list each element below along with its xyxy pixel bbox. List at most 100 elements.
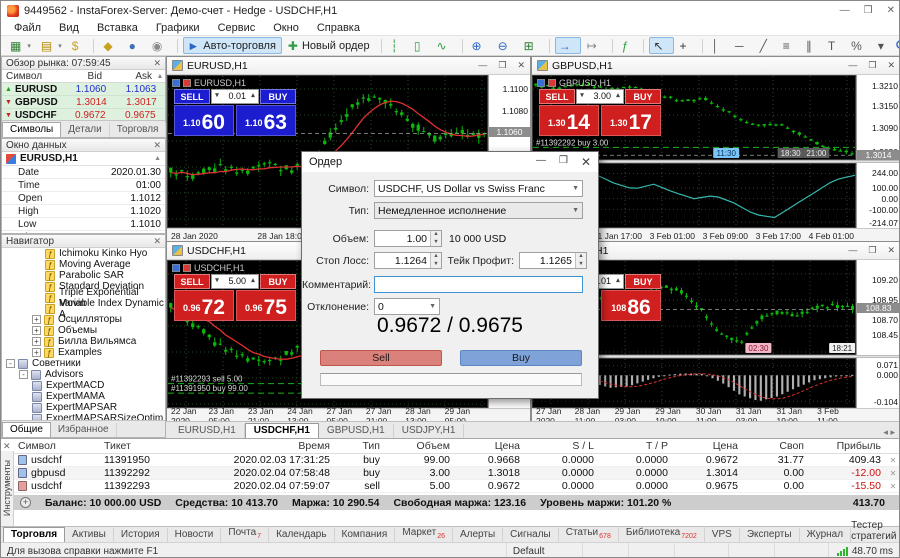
minimize-icon[interactable]: — (848, 245, 857, 256)
navigator-item[interactable]: ƒ Parabolic SAR (2, 270, 165, 281)
minimize-icon[interactable]: — (478, 60, 487, 71)
navigator-item[interactable]: ExpertMAMA (2, 391, 165, 402)
close-icon[interactable]: ✕ (153, 236, 161, 247)
toolbar-button[interactable]: ≡ (779, 37, 800, 54)
toolbar-button[interactable]: ─ (731, 37, 754, 54)
navigator-item[interactable]: ExpertMAPSARSizeOptim (2, 413, 165, 420)
navigator-tab[interactable]: Общие (2, 422, 51, 437)
expand-icon[interactable]: - (6, 359, 15, 368)
toolbar-button[interactable]: ▯ (410, 37, 431, 54)
toolbar-button[interactable]: ╱ (756, 37, 777, 54)
toolbar-button[interactable] (702, 39, 703, 53)
maximize-icon[interactable]: ❒ (559, 155, 568, 169)
spin-down-icon[interactable]: ▼ (431, 261, 441, 269)
minimize-icon[interactable]: — (840, 5, 850, 16)
toolbox-tab[interactable]: Алерты (453, 528, 503, 542)
navigator-item[interactable]: - Advisors (2, 369, 165, 380)
buy-button[interactable]: BUY (260, 274, 296, 289)
deviation-select[interactable]: 0▼ (374, 298, 440, 315)
toolbar-button[interactable]: ▾ (874, 37, 894, 54)
menu-item[interactable]: Графики (147, 22, 209, 34)
volume-spinner[interactable]: 1.00▲▼ (374, 230, 442, 247)
buy-price[interactable]: 0.9675 (236, 290, 296, 321)
sell-price[interactable]: 1.3014 (539, 105, 599, 136)
sell-button[interactable]: SELL (174, 89, 210, 104)
close-icon[interactable]: ✕ (153, 140, 161, 151)
toolbar-button[interactable]: % (847, 37, 872, 54)
chart-titlebar[interactable]: EURUSD,H1 —❒✕ (167, 57, 530, 75)
menu-item[interactable]: Вставка (88, 22, 147, 34)
scroll-up-icon[interactable]: ▲ (155, 73, 165, 80)
symbol-select[interactable]: USDCHF, US Dollar vs Swiss Franc▼ (374, 180, 583, 197)
toolbar-button[interactable] (177, 39, 178, 53)
close-icon[interactable]: ✕ (887, 60, 895, 71)
buy-button[interactable]: BUY (260, 89, 296, 104)
toolbar-button[interactable]: ∥ (802, 37, 822, 54)
toolbar-button[interactable] (643, 39, 644, 53)
toolbar-button[interactable]: ┆ (387, 37, 408, 54)
sell-price[interactable]: 0.9672 (174, 290, 234, 321)
menu-item[interactable]: Справка (308, 22, 369, 34)
sell-button[interactable]: SELL (539, 89, 575, 104)
navigator-item[interactable]: + ƒ Билла Вильямса (2, 336, 165, 347)
spin-up-icon[interactable]: ▲ (431, 231, 441, 239)
navigator-tab[interactable]: Избранное (51, 423, 117, 437)
navigator-item[interactable]: ƒ Variable Index Dynamic A (2, 303, 165, 314)
volume-down-icon[interactable]: ▾ (212, 275, 222, 288)
toolbox-tab[interactable]: Сигналы (503, 528, 559, 542)
tab-scroll-left-icon[interactable]: ◂ (883, 427, 888, 437)
menu-item[interactable]: Сервис (209, 22, 265, 34)
toolbar-button[interactable] (93, 39, 94, 53)
menu-item[interactable]: Окно (264, 22, 308, 34)
close-icon[interactable]: ✕ (153, 58, 161, 69)
spin-up-icon[interactable]: ▲ (576, 253, 586, 261)
toolbox-tab[interactable]: Библиотека7202 (619, 526, 705, 542)
buy-price[interactable]: 1.3017 (601, 105, 661, 136)
market-watch-tab[interactable]: Символы (2, 122, 61, 137)
minimize-icon[interactable]: — (536, 155, 546, 169)
buy-button[interactable]: BUY (625, 89, 661, 104)
toolbar-button[interactable]: ▤ ▾ (37, 37, 66, 54)
maximize-icon[interactable]: ❒ (868, 60, 876, 71)
toolbar-button[interactable] (381, 39, 382, 53)
toolbar-button[interactable]: ⊖ (494, 37, 518, 54)
position-row[interactable]: gbpusd 11392292 2020.02.04 07:58:48 buy … (14, 467, 900, 480)
chart-tab[interactable]: EURUSD,H1 (170, 424, 245, 438)
minimize-icon[interactable]: — (848, 60, 857, 71)
toolbar-button[interactable]: ► Авто-торговля (183, 37, 282, 54)
volume-up-icon[interactable]: ▴ (613, 90, 623, 103)
market-watch-tab[interactable]: Торговля (110, 123, 167, 137)
close-icon[interactable]: ✕ (517, 60, 525, 71)
sell-button[interactable]: SELL (174, 274, 210, 289)
market-watch-tab[interactable]: Детали (61, 123, 109, 137)
expand-icon[interactable]: + (32, 315, 41, 324)
toolbar-button[interactable]: ◆ (99, 37, 122, 54)
position-row[interactable]: usdchf 11391950 2020.02.03 17:31:25 buy … (14, 454, 900, 467)
toolbar-button[interactable] (612, 39, 613, 53)
volume-up-icon[interactable]: ▴ (248, 275, 258, 288)
stoploss-spinner[interactable]: 1.1264▲▼ (374, 252, 442, 269)
position-row[interactable]: usdchf 11392293 2020.02.04 07:59:07 sell… (14, 480, 900, 493)
buy-price[interactable]: 10886 (601, 290, 661, 321)
profile-name[interactable]: Default (507, 543, 583, 558)
toolbar-button[interactable]: ✚ Новый ордер (284, 37, 376, 54)
chart-tab[interactable]: GBPUSD,H1 (319, 424, 394, 438)
toolbar-button[interactable]: ↦ (583, 37, 607, 54)
volume-field[interactable]: 0.01 (222, 90, 248, 103)
expand-icon[interactable]: + (32, 337, 41, 346)
navigator-item[interactable]: + ƒ Examples (2, 347, 165, 358)
toolbar-button[interactable]: ƒ (618, 37, 639, 54)
expand-icon[interactable]: + (20, 497, 31, 508)
market-watch-row[interactable]: ▼GBPUSD 1.3014 1.3017 (2, 96, 165, 109)
toolbox-tab[interactable]: Журнал (800, 528, 852, 542)
volume-down-icon[interactable]: ▾ (577, 90, 587, 103)
maximize-icon[interactable]: ❒ (868, 245, 876, 256)
toolbar-button[interactable]: ◉ (148, 37, 172, 54)
maximize-icon[interactable]: ❒ (498, 60, 506, 71)
search-icon[interactable] (895, 39, 900, 52)
toolbox-tab[interactable]: Торговля (3, 527, 65, 542)
toolbar-button[interactable] (462, 39, 463, 53)
volume-up-icon[interactable]: ▴ (613, 275, 623, 288)
close-icon[interactable]: ✕ (887, 5, 895, 16)
buy-button[interactable]: BUY (625, 274, 661, 289)
